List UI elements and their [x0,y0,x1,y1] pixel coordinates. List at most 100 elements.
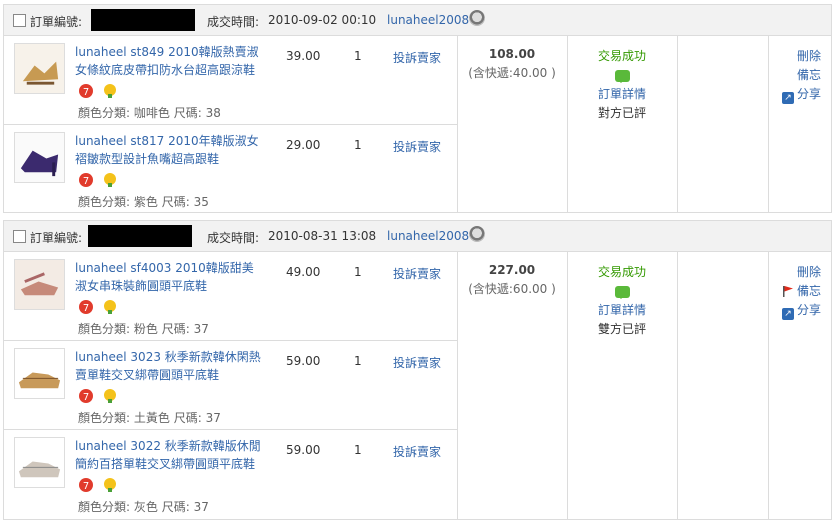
order-actions: 刪除 備忘 ↗ 分享 [781,263,821,320]
product-title[interactable]: lunaheel sf4003 2010韓版甜美淑女串珠裝飾圓頭平底鞋 [75,259,261,295]
badge-row: 7 [78,83,122,99]
shipping-fee: (含快遞:60.00 ) [468,282,556,296]
chat-icon[interactable] [614,69,630,83]
order-header: 訂單編號: 成交時間: 2010-09-02 00:10 lunaheel200… [4,5,831,36]
complain-seller-link[interactable]: 投訴賣家 [393,138,441,155]
product-title[interactable]: lunaheel 3023 秋季新款韓休閑熱賣單鞋交叉綁帶圓頭平底鞋 [75,348,261,384]
flag-icon [782,286,793,297]
share-icon: ↗ [781,92,794,104]
product-thumbnail[interactable] [14,259,65,310]
rating-status: 雙方已評 [597,322,646,336]
deal-time-label: 成交時間: [207,15,260,29]
product-thumbnail[interactable] [14,348,65,399]
color-value: 咖啡色 [133,106,170,120]
svg-text:7: 7 [83,87,89,98]
seller-link[interactable]: lunaheel2008 [387,229,469,243]
product-thumbnail[interactable] [14,43,65,94]
order-header: 訂單編號: 成交時間: 2010-08-31 13:08 lunaheel200… [4,221,831,252]
order-checkbox[interactable] [13,14,26,27]
product-attributes: 顏色分類: 灰色 尺碼: 37 [78,500,209,514]
memo-link[interactable]: 備忘 [782,66,821,85]
size-value: 38 [205,106,221,120]
complain-seller-link[interactable]: 投訴賣家 [393,354,441,371]
order-item: lunaheel sf4003 2010韓版甜美淑女串珠裝飾圓頭平底鞋 7 顏色… [4,252,457,340]
order-detail-link[interactable]: 訂單詳情 [567,301,677,320]
quantity: 1 [354,49,362,63]
quantity: 1 [354,443,362,457]
order-item: lunaheel 3023 秋季新款韓休閑熱賣單鞋交叉綁帶圓頭平底鞋 7 顏色分… [4,341,457,429]
order-checkbox[interactable] [13,230,26,243]
divider [768,252,769,519]
share-button[interactable]: ↗ 分享 [781,301,821,320]
product-title[interactable]: lunaheel st817 2010年韓版淑女褶皺款型設計魚嘴超高跟鞋 [75,132,261,168]
svg-text:7: 7 [83,481,89,492]
size-value: 37 [193,322,209,336]
complain-seller-link[interactable]: 投訴賣家 [393,49,441,66]
badge-row: 7 [78,299,122,315]
unit-price: 39.00 [286,49,321,63]
seller-link[interactable]: lunaheel2008 [387,13,469,27]
color-value: 灰色 [133,500,158,514]
product-attributes: 顏色分類: 粉色 尺碼: 37 [78,322,209,336]
size-value: 37 [205,411,221,425]
status-text: 交易成功 [597,265,646,279]
chat-icon[interactable] [614,285,630,299]
order-total: 227.00 (含快遞:60.00 ) [457,263,567,297]
seven-day-return-icon: 7 [79,389,93,403]
share-button[interactable]: ↗ 分享 [781,85,821,104]
order-status: 交易成功 訂單詳情 對方已評 [567,47,677,123]
product-thumbnail[interactable] [14,437,65,488]
color-value: 紫色 [133,195,158,209]
order-no-label: 訂單編號: [30,231,83,245]
guarantee-icon [103,84,116,98]
unit-price: 49.00 [286,265,321,279]
product-thumbnail[interactable] [14,132,65,183]
color-value: 粉色 [133,322,158,336]
rating-status: 對方已評 [597,106,646,120]
size-value: 35 [193,195,209,209]
wangwang-icon[interactable] [469,226,485,242]
order-item: lunaheel st817 2010年韓版淑女褶皺款型設計魚嘴超高跟鞋 7 顏… [4,125,457,213]
divider [768,36,769,212]
guarantee-icon [103,478,116,492]
order-status: 交易成功 訂單詳情 雙方已評 [567,263,677,339]
wangwang-icon[interactable] [469,10,485,26]
shipping-fee: (含快遞:40.00 ) [468,66,556,80]
color-value: 土黃色 [133,411,170,425]
product-title[interactable]: lunaheel 3022 秋季新款韓版休閒簡約百搭單鞋交叉綁帶圓頭平底鞋 [75,437,261,473]
total-amount: 108.00 [488,47,536,61]
deal-time-label: 成交時間: [207,231,260,245]
seven-day-return-icon: 7 [79,478,93,492]
order-actions: 刪除 備忘 ↗ 分享 [781,47,821,104]
guarantee-icon [103,389,116,403]
badge-row: 7 [78,172,122,188]
quantity: 1 [354,138,362,152]
svg-text:7: 7 [83,176,89,187]
memo-button[interactable]: 備忘 [782,282,821,301]
unit-price: 29.00 [286,138,321,152]
order-card: 訂單編號: 成交時間: 2010-09-02 00:10 lunaheel200… [3,4,832,213]
order-detail-link[interactable]: 訂單詳情 [567,85,677,104]
quantity: 1 [354,354,362,368]
guarantee-icon [103,300,116,314]
complain-seller-link[interactable]: 投訴賣家 [393,443,441,460]
quantity: 1 [354,265,362,279]
delete-link[interactable]: 刪除 [782,47,821,66]
divider [677,36,678,212]
order-no-redacted [88,225,192,247]
complain-seller-link[interactable]: 投訴賣家 [393,265,441,282]
order-no-redacted [91,9,195,31]
seven-day-return-icon: 7 [79,173,93,187]
order-card: 訂單編號: 成交時間: 2010-08-31 13:08 lunaheel200… [3,220,832,520]
total-amount: 227.00 [488,263,536,277]
product-attributes: 顏色分類: 咖啡色 尺碼: 38 [78,106,221,120]
deal-time: 2010-09-02 00:10 [268,13,377,27]
order-total: 108.00 (含快遞:40.00 ) [457,47,567,81]
order-item: lunaheel 3022 秋季新款韓版休閒簡約百搭單鞋交叉綁帶圓頭平底鞋 7 … [4,430,457,518]
product-title[interactable]: lunaheel st849 2010韓版熱賣淑女條紋底皮帶扣防水台超高跟涼鞋 [75,43,261,79]
unit-price: 59.00 [286,354,321,368]
product-attributes: 顏色分類: 紫色 尺碼: 35 [78,195,209,209]
badge-row: 7 [78,388,122,404]
delete-link[interactable]: 刪除 [782,263,821,282]
unit-price: 59.00 [286,443,321,457]
